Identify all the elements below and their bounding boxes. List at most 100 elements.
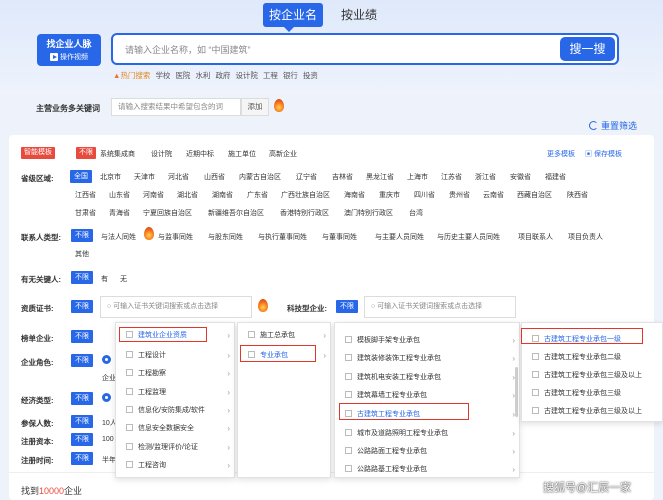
economy-unlimited[interactable]: 不限 — [71, 392, 93, 405]
region-item[interactable]: 黑龙江省 — [366, 172, 394, 182]
economy-radio[interactable] — [102, 393, 111, 402]
region-item[interactable]: 江西省 — [75, 190, 96, 200]
checkbox[interactable] — [126, 424, 133, 432]
cert-select[interactable]: ○ 可输入证书关键词搜索或点击选择 — [100, 296, 252, 318]
region-item[interactable]: 香港特别行政区 — [280, 208, 329, 218]
region-item[interactable]: 上海市 — [407, 172, 428, 182]
checkbox[interactable] — [345, 336, 352, 344]
save-template-link[interactable]: ▣ 保存模板 — [585, 149, 622, 159]
hot-item[interactable]: 政府 — [215, 70, 230, 81]
checkbox[interactable] — [126, 461, 133, 469]
hot-item[interactable]: 投资 — [303, 70, 318, 81]
checkbox[interactable] — [345, 465, 352, 473]
contact-item[interactable]: 与历史主要人员同姓 — [437, 232, 500, 242]
region-item[interactable]: 湖南省 — [212, 190, 233, 200]
region-item[interactable]: 安徽省 — [510, 172, 531, 182]
smart-item[interactable]: 高新企业 — [269, 149, 297, 159]
menu3-item[interactable]: 模板脚手架专业承包 › — [335, 333, 521, 349]
region-item[interactable]: 河北省 — [168, 172, 189, 182]
menu1-item[interactable]: 信息安全数据安全 › — [116, 421, 236, 437]
capital-unlimited[interactable]: 不限 — [71, 433, 93, 446]
contact-item[interactable]: 与股东同姓 — [208, 232, 243, 242]
menu1-item[interactable]: 工程设计 › — [116, 348, 236, 364]
menu3-item[interactable]: 建筑装修装饰工程专业承包 › — [335, 351, 521, 367]
region-item[interactable]: 山西省 — [204, 172, 225, 182]
hot-item[interactable]: 医院 — [175, 70, 190, 81]
hot-item[interactable]: 设计院 — [235, 70, 258, 81]
region-item[interactable]: 福建省 — [545, 172, 566, 182]
region-item[interactable]: 海南省 — [344, 190, 365, 200]
checkbox[interactable] — [126, 351, 133, 359]
contact-item[interactable]: 项目联系人 — [518, 232, 553, 242]
checkbox[interactable] — [126, 369, 133, 377]
region-item[interactable]: 陕西省 — [567, 190, 588, 200]
keyperson-unlimited[interactable]: 不限 — [71, 271, 93, 284]
region-item[interactable]: 江苏省 — [441, 172, 462, 182]
regtime-unlimited[interactable]: 不限 — [71, 452, 93, 465]
menu3-item[interactable]: 公路路面工程专业承包 › — [335, 444, 521, 460]
menu4-item[interactable]: 古建筑工程专业承包三级及以上 — [522, 404, 663, 420]
contact-item[interactable]: 项目负责人 — [568, 232, 603, 242]
region-item[interactable]: 澳门特别行政区 — [344, 208, 393, 218]
checkbox[interactable] — [126, 406, 133, 414]
contacts-promo-button[interactable]: 找企业人脉 操作视频 — [37, 34, 101, 66]
role-unlimited[interactable]: 不限 — [71, 354, 93, 367]
keyword-input[interactable]: 请输入搜索结果中希望包含的词 — [111, 98, 241, 116]
reset-filter-button[interactable]: 重置筛选 — [589, 119, 637, 132]
tech-select[interactable]: ○ 可输入证书关键词搜索或点击选择 — [364, 296, 516, 318]
checkbox[interactable] — [532, 407, 539, 415]
region-item[interactable]: 新疆维吾尔自治区 — [208, 208, 264, 218]
menu1-item[interactable]: 检测/监理评价/论证 › — [116, 440, 236, 456]
region-item[interactable]: 湖北省 — [177, 190, 198, 200]
region-item[interactable]: 重庆市 — [379, 190, 400, 200]
region-all[interactable]: 全国 — [70, 170, 92, 183]
region-item[interactable]: 广东省 — [247, 190, 268, 200]
menu4-item[interactable]: 古建筑工程专业承包三级 — [522, 386, 663, 402]
contact-item[interactable]: 与主要人员同姓 — [375, 232, 424, 242]
contact-item[interactable]: 与执行董事同姓 — [258, 232, 307, 242]
region-item[interactable]: 台湾 — [409, 208, 423, 218]
ranking-unlimited[interactable]: 不限 — [71, 330, 93, 343]
region-item[interactable]: 浙江省 — [475, 172, 496, 182]
checkbox[interactable] — [345, 391, 352, 399]
smart-item[interactable]: 设计院 — [151, 149, 172, 159]
smart-item[interactable]: 系统集成商 — [100, 149, 135, 159]
keyperson-yes[interactable]: 有 — [101, 274, 108, 284]
search-button[interactable]: 搜一搜 — [560, 37, 615, 61]
tab-company-name[interactable]: 按企业名 — [263, 3, 324, 27]
checkbox[interactable] — [126, 388, 133, 396]
region-item[interactable]: 内蒙古自治区 — [239, 172, 281, 182]
region-item[interactable]: 云南省 — [483, 190, 504, 200]
region-item[interactable]: 河南省 — [143, 190, 164, 200]
search-input[interactable] — [125, 43, 525, 57]
keyword-add-button[interactable]: 添加 — [241, 98, 269, 116]
hot-item[interactable]: 水利 — [195, 70, 210, 81]
cert-unlimited[interactable]: 不限 — [71, 300, 93, 313]
hot-item[interactable]: 银行 — [283, 70, 298, 81]
insured-unlimited[interactable]: 不限 — [71, 415, 93, 428]
menu4-item[interactable]: 古建筑工程专业承包三级及以上 — [522, 368, 663, 384]
contact-item[interactable]: 与监事同姓 — [158, 232, 193, 242]
region-item[interactable]: 辽宁省 — [296, 172, 317, 182]
menu1-item[interactable]: 工程监理 › — [116, 385, 236, 401]
smart-item[interactable]: 近期中标 — [186, 149, 214, 159]
menu4-item[interactable]: 古建筑工程专业承包二级 — [522, 350, 663, 366]
menu2-item[interactable]: 施工总承包 › — [238, 328, 332, 344]
contact-item[interactable]: 与董事同姓 — [322, 232, 357, 242]
checkbox[interactable] — [532, 371, 539, 379]
hot-item[interactable]: 学校 — [155, 70, 170, 81]
region-item[interactable]: 四川省 — [414, 190, 435, 200]
checkbox[interactable] — [532, 353, 539, 361]
contact-item[interactable]: 与法人同姓 — [101, 232, 136, 242]
menu1-item[interactable]: 信息化/安防集成/软件 › — [116, 403, 236, 419]
role-radio[interactable] — [102, 355, 111, 364]
region-item[interactable]: 甘肃省 — [75, 208, 96, 218]
region-item[interactable]: 北京市 — [100, 172, 121, 182]
region-item[interactable]: 广西壮族自治区 — [281, 190, 330, 200]
checkbox[interactable] — [345, 373, 352, 381]
checkbox[interactable] — [248, 331, 255, 339]
hot-item[interactable]: 工程 — [263, 70, 278, 81]
menu3-item[interactable]: 建筑幕墙工程专业承包 › — [335, 388, 521, 404]
menu3-scrollbar[interactable] — [515, 367, 518, 417]
menu1-item[interactable]: 工程勘察 › — [116, 366, 236, 382]
